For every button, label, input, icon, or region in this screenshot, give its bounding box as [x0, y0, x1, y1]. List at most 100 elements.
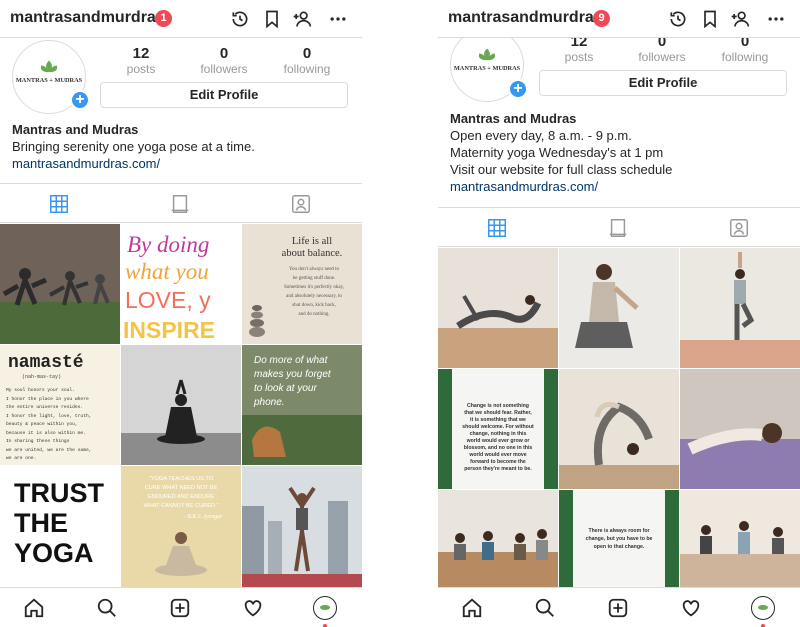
post-tile[interactable]: [121, 345, 241, 465]
post-tile[interactable]: namasté (nah-mas-tay) My soul honors you…: [0, 345, 120, 465]
svg-text:You don't always need to: You don't always need to: [289, 267, 340, 272]
following-stat[interactable]: 0 following: [267, 45, 347, 76]
posts-label: posts: [126, 62, 156, 76]
profile-icon[interactable]: [751, 596, 775, 620]
post-tile[interactable]: TRUST THE YOGA: [0, 466, 120, 587]
bio: Mantras and Mudras Open every day, 8 a.m…: [450, 110, 672, 195]
svg-text:I honor the light, love, truth: I honor the light, love, truth,: [6, 413, 91, 419]
svg-text:"YOGA TEACHES US TO: "YOGA TEACHES US TO: [149, 476, 214, 482]
edit-profile-button[interactable]: Edit Profile: [539, 70, 787, 96]
profile-name: Mantras and Mudras: [450, 111, 577, 126]
heart-icon[interactable]: [242, 597, 264, 619]
post-tile[interactable]: [438, 490, 558, 587]
svg-text:blossom, and no one in this: blossom, and no one in this: [464, 445, 533, 451]
svg-text:· · · · ·: · · · · ·: [483, 74, 491, 78]
svg-text:about balance.: about balance.: [282, 248, 343, 259]
notification-badge: 9: [593, 10, 610, 27]
tagged-icon[interactable]: [728, 217, 750, 239]
svg-text:beauty & peace within you,: beauty & peace within you,: [6, 421, 78, 427]
post-tile[interactable]: [242, 466, 362, 587]
svg-text:open to that change.: open to that change.: [594, 544, 645, 550]
feed-icon[interactable]: [607, 217, 629, 239]
website-link[interactable]: mantrasandmurdras.com/: [450, 178, 672, 195]
followers-stat[interactable]: 0 followers: [184, 45, 264, 76]
add-person-icon[interactable]: [292, 9, 312, 29]
post-tile[interactable]: Life is all about balance. You don't alw…: [242, 224, 362, 344]
svg-text:world would ever move: world would ever move: [468, 452, 526, 458]
post-tile[interactable]: "YOGA TEACHES US TO CURE WHAT NEED NOT B…: [121, 466, 241, 587]
bookmark-icon[interactable]: [700, 9, 720, 29]
post-tile[interactable]: [438, 248, 558, 368]
svg-text:ENDURED AND ENDURE: ENDURED AND ENDURE: [148, 494, 214, 500]
svg-text:LOVE, y: LOVE, y: [125, 287, 211, 313]
svg-text:I honor the place in you where: I honor the place in you where: [6, 396, 89, 402]
home-icon[interactable]: [23, 597, 45, 619]
search-icon[interactable]: [534, 597, 556, 619]
post-tile[interactable]: [680, 369, 800, 489]
svg-text:· · · · ·: · · · · ·: [45, 86, 53, 90]
username[interactable]: mantrasandmurdras: [10, 9, 165, 27]
home-icon[interactable]: [461, 597, 483, 619]
svg-text:be getting stuff done.: be getting stuff done.: [293, 276, 335, 281]
followers-count: 0: [219, 45, 229, 62]
feed-icon[interactable]: [169, 193, 191, 215]
svg-text:that we should fear. Rather,: that we should fear. Rather,: [464, 410, 532, 416]
svg-text:CURE WHAT NEED NOT BE: CURE WHAT NEED NOT BE: [145, 485, 218, 491]
svg-text:namasté: namasté: [8, 353, 84, 373]
top-bar: mantrasandmurdras 9: [438, 0, 800, 38]
edit-profile-button[interactable]: Edit Profile: [100, 82, 348, 108]
post-tile[interactable]: [559, 369, 679, 489]
post-tile[interactable]: By doing what you LOVE, y INSPIRE: [121, 224, 241, 344]
svg-text:(nah-mas-tay): (nah-mas-tay): [22, 374, 61, 380]
svg-text:we are one.: we are one.: [6, 456, 36, 461]
search-icon[interactable]: [96, 597, 118, 619]
post-tile[interactable]: [559, 248, 679, 368]
avatar-logo-text: MANTRAS + MUDRAS: [16, 77, 83, 84]
svg-text:to look at your: to look at your: [254, 383, 317, 394]
post-tile[interactable]: [0, 224, 120, 344]
svg-text:TRUST: TRUST: [14, 478, 104, 508]
posts-grid: Change is not something that we should f…: [438, 248, 800, 587]
svg-text:WHAT CANNOT BE CURED.": WHAT CANNOT BE CURED.": [143, 503, 218, 509]
svg-text:world would ever grow or: world would ever grow or: [466, 438, 530, 444]
grid-icon[interactable]: [48, 193, 70, 215]
grid-icon[interactable]: [486, 217, 508, 239]
svg-text:Life is all: Life is all: [292, 236, 332, 247]
bio: Mantras and Mudras Bringing serenity one…: [12, 121, 255, 172]
username[interactable]: mantrasandmurdras: [448, 9, 603, 27]
add-post-icon[interactable]: [607, 597, 629, 619]
svg-text:THE: THE: [14, 508, 68, 538]
history-icon[interactable]: [230, 9, 250, 29]
more-icon[interactable]: [766, 9, 786, 29]
add-story-button[interactable]: +: [508, 79, 528, 99]
heart-icon[interactable]: [680, 597, 702, 619]
profile-tabs: [0, 183, 362, 223]
svg-text:makes you forget: makes you forget: [254, 369, 332, 380]
bio-line: Open every day, 8 a.m. - 9 p.m.: [450, 128, 632, 143]
add-post-icon[interactable]: [169, 597, 191, 619]
bio-line: Visit our website for full class schedul…: [450, 162, 673, 177]
profile-icon[interactable]: [313, 596, 337, 620]
post-tile[interactable]: Do more of what makes you forget to look…: [242, 345, 362, 465]
add-person-icon[interactable]: [730, 9, 750, 29]
svg-text:By doing: By doing: [127, 232, 209, 257]
more-icon[interactable]: [328, 9, 348, 29]
following-label: following: [721, 50, 769, 64]
history-icon[interactable]: [668, 9, 688, 29]
svg-text:There is always room for: There is always room for: [588, 528, 649, 534]
add-story-button[interactable]: +: [70, 90, 90, 110]
bookmark-icon[interactable]: [262, 9, 282, 29]
svg-text:we are united, we are the same: we are united, we are the same,: [6, 447, 91, 453]
svg-text:because it is also within me.: because it is also within me.: [6, 430, 86, 436]
post-tile[interactable]: [680, 248, 800, 368]
bottom-nav: [0, 587, 362, 627]
post-tile[interactable]: Change is not something that we should f…: [438, 369, 558, 489]
profile-name: Mantras and Mudras: [12, 122, 139, 137]
website-link[interactable]: mantrasandmurdras.com/: [12, 155, 255, 172]
svg-text:should welcome. For without: should welcome. For without: [462, 424, 534, 430]
post-tile[interactable]: There is always room for change, but you…: [559, 490, 679, 587]
post-tile[interactable]: [680, 490, 800, 587]
posts-grid: By doing what you LOVE, y INSPIRE Life i…: [0, 224, 362, 587]
tagged-icon[interactable]: [290, 193, 312, 215]
avatar-logo-text: MANTRAS + MUDRAS: [454, 65, 521, 72]
